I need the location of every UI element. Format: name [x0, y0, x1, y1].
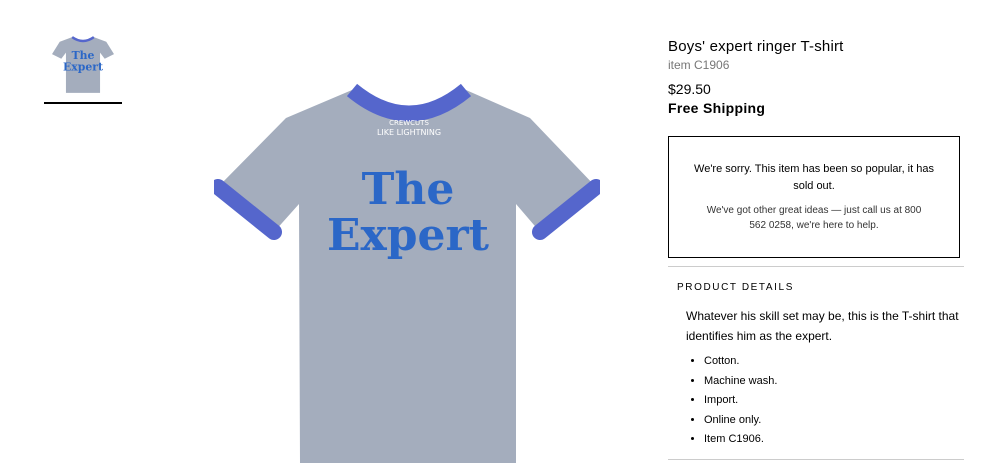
product-description: Whatever his skill set may be, this is t…: [686, 309, 959, 343]
sold-out-notice: We're sorry. This item has been so popul…: [668, 136, 960, 258]
shirt-body: [218, 90, 596, 463]
collar-label-line2: LIKE LIGHTNING: [377, 128, 441, 137]
thumbnail-print-line2: Expert: [63, 60, 103, 73]
help-message: We've got other great ideas — just call …: [706, 205, 922, 231]
detail-item: Online only.: [704, 411, 777, 431]
thumbnail-print-line1: The: [72, 49, 95, 62]
product-title: Boys' expert ringer T-shirt: [668, 38, 844, 55]
product-info: Boys' expert ringer T-shirt item C1906 $…: [668, 38, 968, 445]
collar-label-line1: CREWCUTS: [389, 119, 429, 127]
item-number: item C1906: [668, 58, 730, 72]
detail-item: Cotton.: [704, 352, 777, 372]
product-details-heading[interactable]: PRODUCT DETAILS: [677, 282, 794, 293]
shipping-info: Free Shipping: [668, 100, 766, 116]
shirt-print-line2: Expert: [327, 210, 490, 261]
detail-item: Machine wash.: [704, 372, 777, 392]
details-bottom-divider: [668, 459, 964, 460]
collar-trim: [346, 83, 472, 122]
detail-item: Import.: [704, 391, 777, 411]
details-divider: [668, 266, 964, 267]
main-product-image: CREWCUTS LIKE LIGHTNING The Expert: [214, 83, 600, 463]
product-thumbnail[interactable]: The Expert: [44, 30, 122, 104]
thumbnail-shirt-image: The Expert: [52, 36, 114, 93]
shirt-print-line1: The: [362, 164, 455, 215]
product-price: $29.50: [668, 81, 711, 97]
sold-out-message: We're sorry. This item has been so popul…: [694, 163, 934, 192]
product-details-list: Cotton. Machine wash. Import. Online onl…: [686, 352, 777, 450]
detail-item: Item C1906.: [704, 430, 777, 450]
